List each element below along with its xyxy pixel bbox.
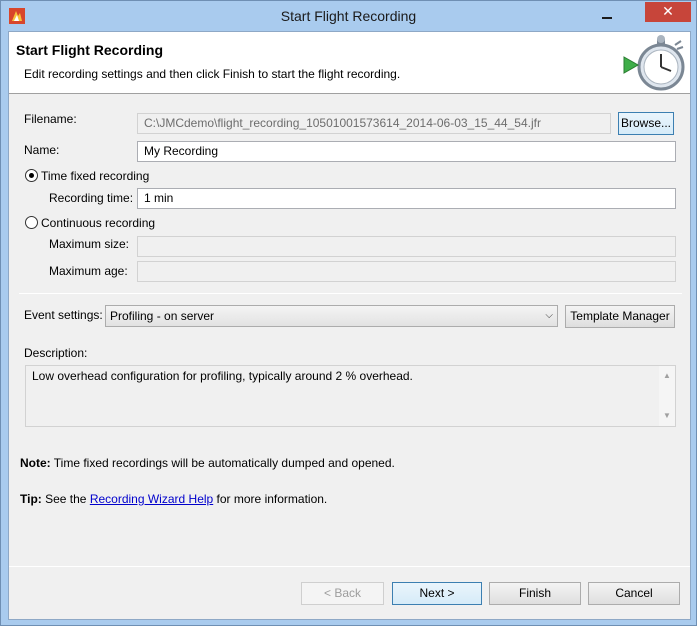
max-size-field — [137, 236, 676, 257]
note-text: Note: Time fixed recordings will be auto… — [20, 456, 395, 470]
close-button[interactable]: ✕ — [645, 2, 691, 22]
recording-time-field[interactable]: 1 min — [137, 188, 676, 209]
tip-prefix: Tip: — [20, 492, 42, 506]
description-text: Low overhead configuration for profiling… — [32, 369, 413, 383]
max-age-label: Maximum age: — [49, 264, 128, 278]
note-body: Time fixed recordings will be automatica… — [50, 456, 395, 470]
cancel-button[interactable]: Cancel — [588, 582, 680, 605]
finish-button[interactable]: Finish — [489, 582, 581, 605]
window-title: Start Flight Recording — [280, 8, 417, 24]
name-label: Name: — [24, 143, 60, 157]
max-age-field — [137, 261, 676, 282]
recording-wizard-help-link[interactable]: Recording Wizard Help — [90, 492, 213, 506]
banner-title: Start Flight Recording — [16, 42, 163, 58]
continuous-radio[interactable] — [25, 216, 38, 229]
event-settings-selected: Profiling - on server — [110, 309, 215, 323]
minimize-button[interactable] — [594, 5, 620, 25]
event-settings-select[interactable]: Profiling - on server ⌵ — [105, 305, 558, 327]
name-field[interactable]: My Recording — [137, 141, 676, 162]
description-scrollbar[interactable]: ▲ ▼ — [659, 366, 675, 426]
recording-time-label: Recording time: — [49, 191, 134, 205]
scroll-down-icon[interactable]: ▼ — [659, 408, 675, 424]
tip-before: See the — [41, 492, 90, 506]
dialog-client: Start Flight Recording Edit recording se… — [8, 31, 691, 620]
time-fixed-label[interactable]: Time fixed recording — [41, 169, 149, 183]
title-bar[interactable]: Start Flight Recording ✕ — [1, 1, 696, 31]
note-prefix: Note: — [20, 456, 51, 470]
scroll-up-icon[interactable]: ▲ — [659, 368, 675, 384]
tip-after: for more information. — [213, 492, 328, 506]
tip-text: Tip: See the Recording Wizard Help for m… — [20, 492, 327, 506]
event-settings-label: Event settings: — [24, 308, 103, 322]
description-textarea[interactable]: Low overhead configuration for profiling… — [25, 365, 676, 427]
time-fixed-radio[interactable] — [25, 169, 38, 182]
back-button[interactable]: < Back — [301, 582, 384, 605]
banner-description: Edit recording settings and then click F… — [24, 67, 401, 81]
next-button[interactable]: Next > — [392, 582, 482, 605]
continuous-label[interactable]: Continuous recording — [41, 216, 155, 230]
filename-field: C:\JMCdemo\flight_recording_105010015736… — [137, 113, 611, 134]
template-manager-button[interactable]: Template Manager — [565, 305, 675, 328]
max-size-label: Maximum size: — [49, 237, 130, 251]
dialog-window: Start Flight Recording ✕ Start Flight Re… — [0, 0, 697, 626]
stopwatch-play-icon — [623, 35, 685, 91]
wizard-banner: Start Flight Recording Edit recording se… — [9, 32, 690, 94]
chevron-down-icon: ⌵ — [545, 310, 553, 321]
description-label: Description: — [24, 346, 88, 360]
filename-label: Filename: — [24, 112, 77, 126]
separator — [19, 293, 682, 294]
browse-button[interactable]: Browse... — [618, 112, 674, 135]
footer-separator — [9, 566, 690, 567]
